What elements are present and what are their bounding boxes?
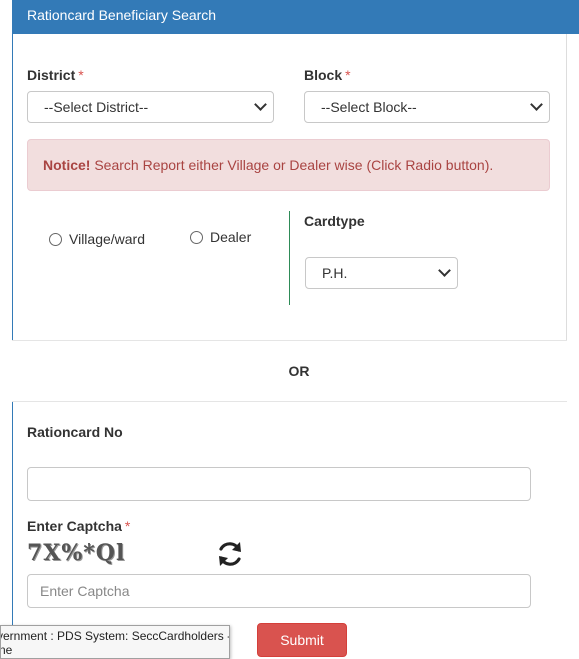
submit-button[interactable]: Submit: [257, 623, 347, 657]
panel-border: [566, 34, 567, 340]
block-select-value: --Select Block--: [321, 99, 417, 115]
required-marker: *: [124, 518, 131, 534]
chevron-down-icon: [254, 98, 267, 111]
block-label-text: Block: [304, 67, 343, 83]
chevron-down-icon: [438, 264, 451, 277]
chevron-down-icon: [530, 98, 543, 111]
captcha-input[interactable]: [27, 574, 531, 608]
required-marker: *: [345, 67, 351, 83]
vertical-divider: [289, 211, 290, 305]
panel-header: Rationcard Beneficiary Search: [12, 0, 579, 34]
rationcard-label: Rationcard No: [27, 424, 123, 440]
district-label: District *: [27, 67, 84, 83]
district-select[interactable]: --Select District--: [27, 91, 274, 123]
status-tooltip: vernment : PDS System: SeccCardholders -…: [0, 625, 230, 659]
tooltip-line: ne: [0, 643, 13, 657]
panel-border: [12, 402, 13, 659]
district-label-text: District: [27, 67, 76, 83]
cardtype-label: Cardtype: [304, 213, 365, 229]
notice-alert: Notice! Search Report either Village or …: [27, 139, 550, 191]
captcha-image: 7X%*Ql: [27, 540, 126, 566]
or-divider: OR: [288, 363, 310, 379]
dealer-label[interactable]: Dealer: [210, 229, 251, 245]
separator-line: [12, 340, 567, 341]
separator-line: [12, 401, 567, 402]
notice-text: Search Report either Village or Dealer w…: [90, 157, 494, 173]
cardtype-select-value: P.H.: [322, 265, 348, 281]
dealer-radio[interactable]: [190, 231, 203, 244]
village-ward-radio[interactable]: [49, 233, 62, 246]
block-select[interactable]: --Select Block--: [304, 91, 550, 123]
rationcard-input[interactable]: [27, 467, 531, 501]
panel-border: [12, 34, 13, 340]
captcha-label-text: Enter Captcha: [27, 518, 122, 534]
panel-title: Rationcard Beneficiary Search: [27, 7, 217, 23]
required-marker: *: [78, 67, 84, 83]
village-ward-label[interactable]: Village/ward: [69, 231, 145, 247]
notice-strong: Notice!: [43, 157, 91, 173]
block-label: Block *: [304, 67, 351, 83]
tooltip-line: vernment : PDS System: SeccCardholders -: [0, 629, 230, 643]
district-select-value: --Select District--: [44, 99, 149, 115]
cardtype-select[interactable]: P.H.: [305, 257, 458, 289]
refresh-icon[interactable]: [215, 539, 245, 569]
captcha-label: Enter Captcha *: [27, 518, 130, 534]
